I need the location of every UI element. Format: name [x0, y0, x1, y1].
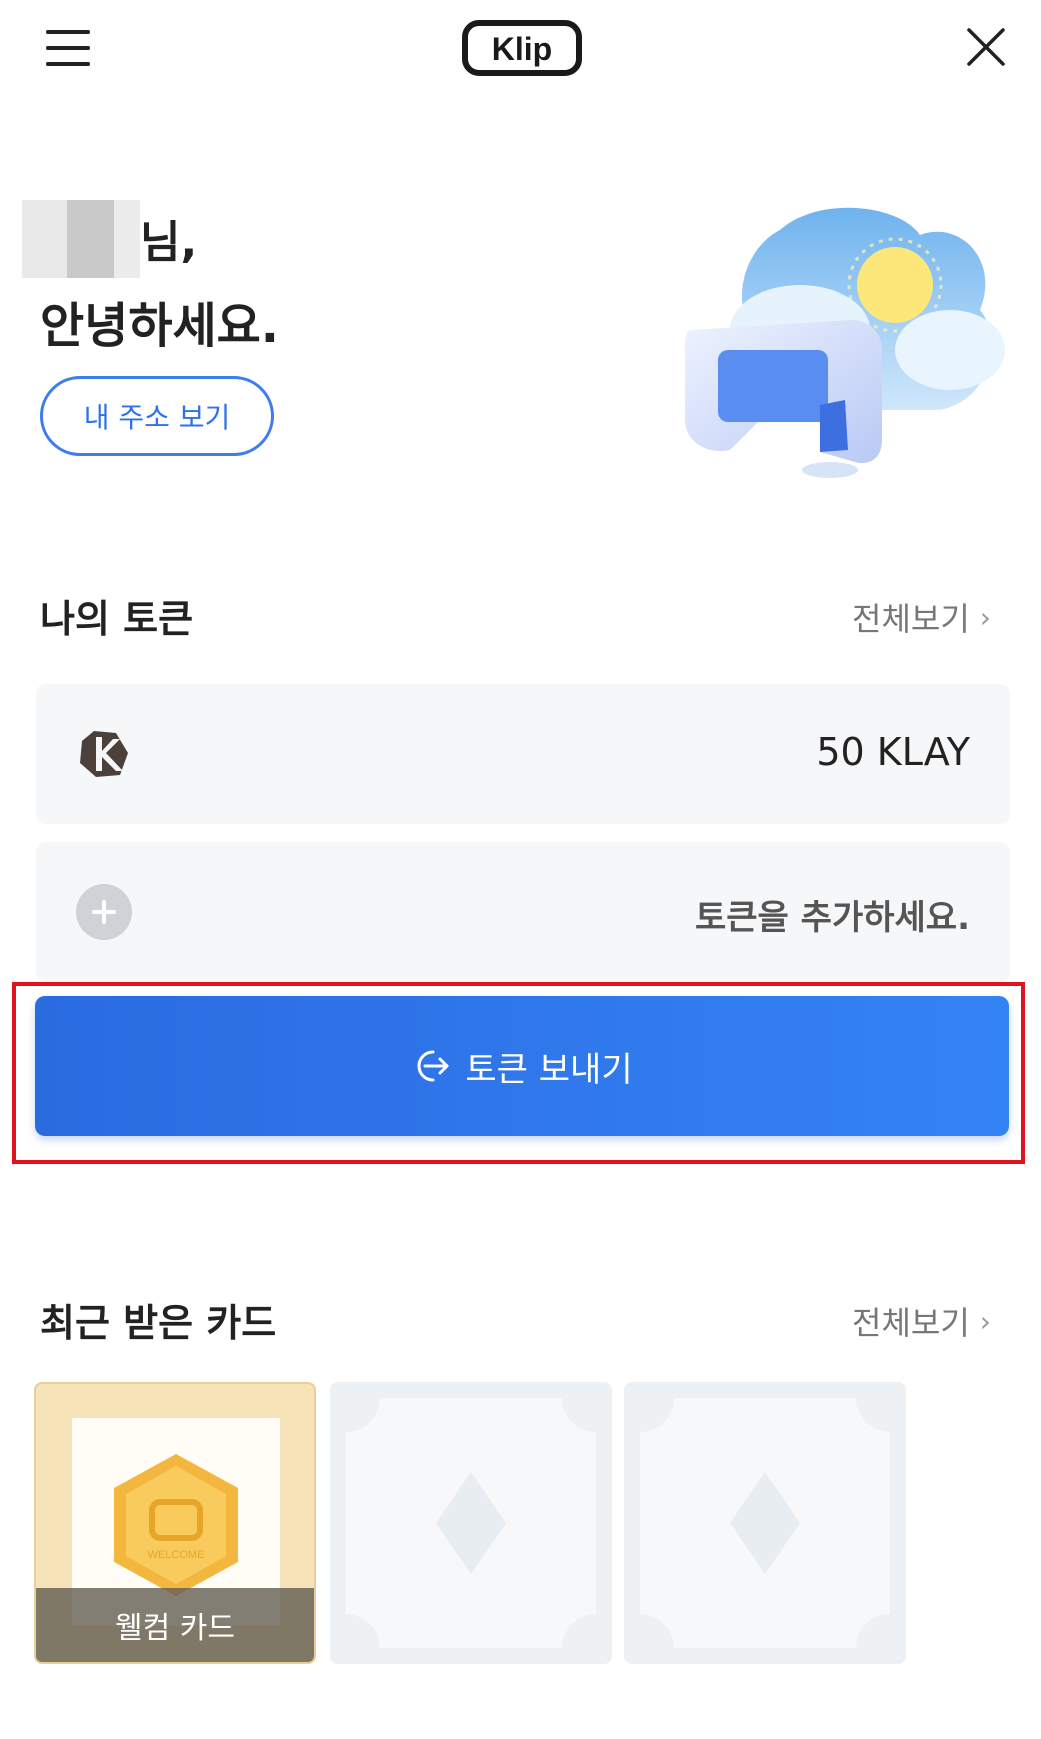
recent-cards-list: WELCOME 웰컴 카드 [34, 1382, 1008, 1664]
klip-logo: Klip [462, 20, 582, 76]
my-tokens-title: 나의 토큰 [40, 597, 194, 641]
view-address-button[interactable]: 내 주소 보기 [40, 376, 274, 456]
view-all-label: 전체보기 [852, 600, 970, 638]
recent-cards-title: 최근 받은 카드 [40, 1301, 277, 1345]
klay-logo-icon [80, 731, 128, 777]
add-token-prompt: 토큰을 추가하세요. [695, 898, 970, 938]
svg-text:Klip: Klip [492, 31, 552, 67]
send-token-label: 토큰 보내기 [465, 1049, 633, 1090]
send-token-button[interactable]: 토큰 보내기 [35, 996, 1009, 1136]
diamond-placeholder-icon [624, 1382, 906, 1664]
plus-icon [76, 884, 132, 940]
token-row-klay[interactable]: 50 KLAY [36, 684, 1010, 824]
greeting-text: 안녕하세요. [40, 298, 280, 354]
welcome-card[interactable]: WELCOME 웰컴 카드 [34, 1382, 316, 1664]
diamond-placeholder-icon [330, 1382, 612, 1664]
view-all-label: 전체보기 [852, 1304, 970, 1342]
card-label: 웰컴 카드 [36, 1588, 314, 1662]
add-token-row[interactable]: 토큰을 추가하세요. [36, 842, 1010, 982]
close-icon[interactable] [963, 24, 1009, 70]
tokens-view-all-link[interactable]: 전체보기 › [852, 594, 991, 640]
chevron-right-icon: › [979, 600, 991, 634]
empty-card-slot [624, 1382, 906, 1664]
welcome-badge-icon: WELCOME [114, 1454, 238, 1596]
cards-view-all-link[interactable]: 전체보기 › [852, 1298, 991, 1344]
token-amount: 50 KLAY [816, 730, 970, 774]
top-bar: Klip [0, 0, 1041, 110]
chevron-right-icon: › [979, 1304, 991, 1338]
blurred-user-name [22, 200, 140, 278]
svg-text:WELCOME: WELCOME [148, 1549, 205, 1561]
empty-card-slot [330, 1382, 612, 1664]
hamburger-menu-icon[interactable] [46, 28, 92, 68]
sky-wallet-illustration [685, 207, 1005, 478]
name-suffix: 님, [140, 217, 198, 268]
send-arrow-icon [417, 1050, 449, 1082]
